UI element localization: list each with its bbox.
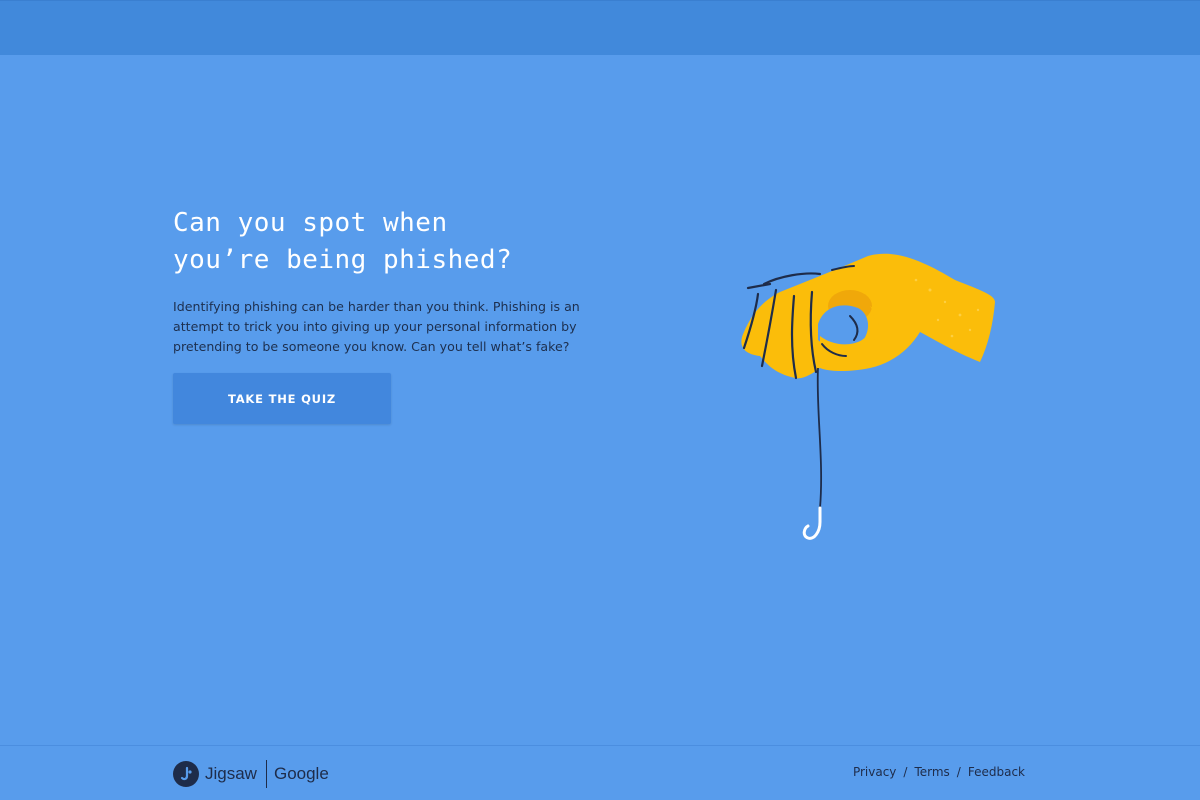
- hero-description: Identifying phishing can be harder than …: [173, 299, 580, 354]
- page-title-line-2: you’re being phished?: [173, 245, 513, 275]
- jigsaw-wordmark: Jigsaw: [205, 764, 257, 783]
- page-title-line-1: Can you spot when: [173, 208, 448, 238]
- take-the-quiz-button[interactable]: TAKE THE QUIZ: [173, 373, 391, 424]
- hand-hook-icon: [741, 253, 995, 540]
- feedback-link[interactable]: Feedback: [968, 765, 1025, 779]
- hand-holding-hook-illustration: [720, 240, 1020, 560]
- privacy-link[interactable]: Privacy: [853, 765, 896, 779]
- jigsaw-mark-icon: [180, 766, 192, 781]
- link-separator: /: [903, 765, 908, 779]
- footer-links: Privacy / Terms / Feedback: [853, 765, 1025, 779]
- footer-brand[interactable]: Jigsaw Google: [173, 759, 329, 789]
- footer: Jigsaw Google Privacy / Terms / Feedback: [0, 745, 1200, 800]
- page-title: Can you spot when you’re being phished?: [173, 205, 593, 279]
- link-separator: /: [956, 765, 961, 779]
- jigsaw-logo-icon: [173, 761, 199, 787]
- top-bar: [0, 0, 1200, 55]
- page: Can you spot when you’re being phished? …: [0, 0, 1200, 800]
- brand-divider: [265, 760, 267, 788]
- hero-section: Can you spot when you’re being phished? …: [173, 205, 593, 357]
- google-wordmark: Google: [273, 764, 329, 783]
- terms-link[interactable]: Terms: [914, 765, 949, 779]
